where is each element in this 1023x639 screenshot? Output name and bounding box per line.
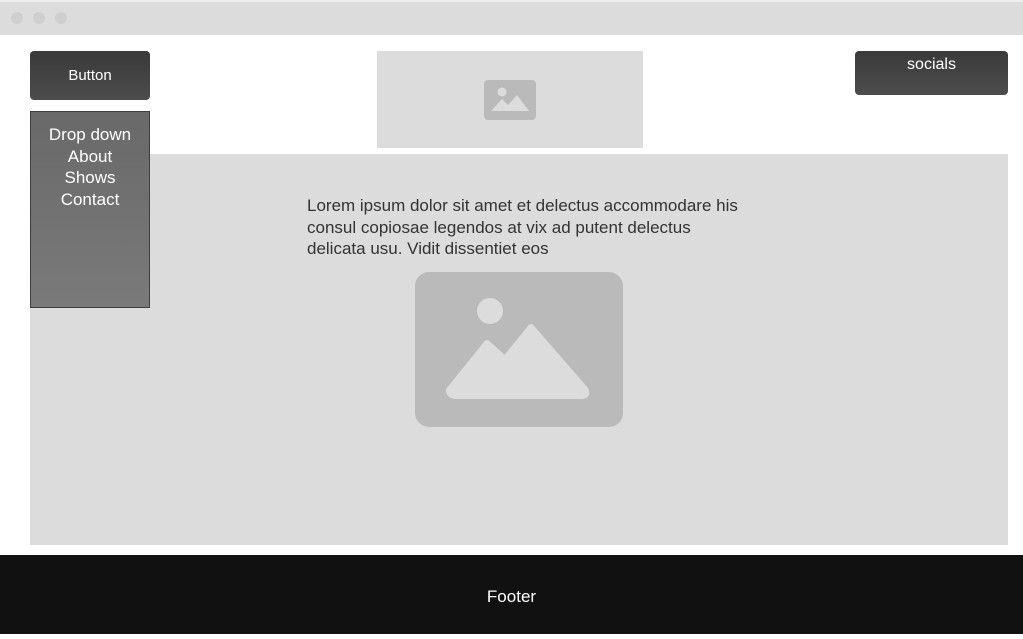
header-button[interactable]: Button [30,51,150,100]
dropdown-menu: Drop down About Shows Contact [30,111,150,308]
dropdown-item-contact[interactable]: Contact [31,189,149,211]
dropdown-item-about[interactable]: About [31,146,149,168]
dropdown-item-shows[interactable]: Shows [31,167,149,189]
window-close-dot[interactable] [11,12,23,24]
dropdown-item-drop-down[interactable]: Drop down [31,124,149,146]
header-image-placeholder [377,51,643,148]
socials-button[interactable]: socials [855,51,1008,95]
body-text: Lorem ipsum dolor sit amet et delectus a… [307,196,738,258]
window-maximize-dot[interactable] [55,12,67,24]
footer-label: Footer [486,587,537,606]
image-placeholder-icon [484,80,536,120]
window-minimize-dot[interactable] [33,12,45,24]
image-placeholder-icon [415,272,623,427]
footer: Footer [0,555,1023,634]
browser-title-bar [0,0,1023,35]
